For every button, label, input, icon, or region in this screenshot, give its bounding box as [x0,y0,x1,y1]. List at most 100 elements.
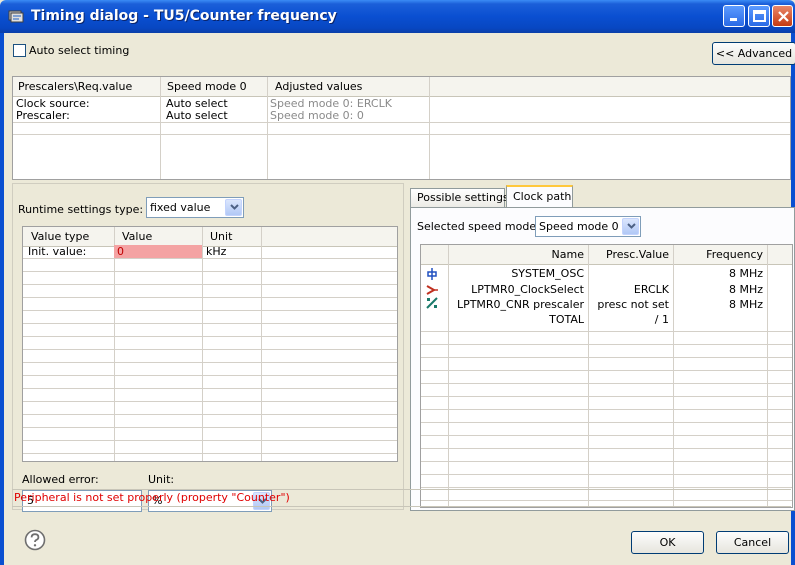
col-divider [202,227,203,461]
col-divider [448,245,449,507]
table-cell: ERCLK [633,283,669,296]
value-col-header[interactable]: Value [114,227,202,247]
name-col-header[interactable]: Name [448,245,588,265]
init-value-cell[interactable]: 0 [117,246,124,258]
cancel-button[interactable]: Cancel [716,531,789,554]
table-cell: 8 MHz [728,298,763,311]
init-value-error-cell[interactable] [114,245,202,258]
prescaler-col-header[interactable]: Prescalers\Req.value [13,77,160,97]
row-divider [421,396,792,397]
frequency-col-header[interactable]: Frequency [673,245,767,265]
close-icon [778,11,789,22]
clock-select-icon [426,285,438,295]
col-divider [588,245,589,507]
oscillator-icon [427,268,437,280]
value-type-col-header[interactable]: Value type [23,227,114,247]
table-cell: Prescaler: [16,109,70,122]
col-divider [261,227,262,461]
table-cell: LPTMR0_ClockSelect [471,283,584,296]
filler-col-header [767,245,792,265]
app-icon [8,10,24,23]
dialog-client-area: Auto select timing << Advanced Prescaler… [4,33,795,565]
row-divider [421,331,792,332]
row-divider [23,375,397,376]
allowed-error-label: Allowed error: [22,473,99,486]
row-divider [421,435,792,436]
row-divider [421,409,792,410]
col-divider [429,77,430,179]
help-icon[interactable] [24,529,46,551]
maximize-button[interactable] [748,5,770,27]
presc-col-header[interactable]: Presc.Value [588,245,673,265]
minimize-icon [730,18,737,21]
speed-mode-combo[interactable]: Speed mode 0 [535,216,641,237]
prescaler-table: Prescalers\Req.value Speed mode 0 Adjust… [12,76,791,180]
table-cell: LPTMR0_CNR prescaler [456,298,584,311]
row-divider [23,453,397,454]
window-titlebar[interactable]: Timing dialog - TU5/Counter frequency [0,0,795,33]
prescaler-icon [426,297,438,309]
row-divider [23,323,397,324]
row-divider [23,388,397,389]
row-divider [23,440,397,441]
speed-mode-value: Speed mode 0 [539,220,619,233]
row-divider [23,401,397,402]
col-divider [160,77,161,179]
row-divider [13,134,790,135]
advanced-button[interactable]: << Advanced [712,42,795,65]
row-divider [23,349,397,350]
adjusted-col-header[interactable]: Adjusted values [267,77,429,97]
dropdown-button[interactable] [225,199,242,216]
minimize-button[interactable] [723,5,745,27]
auto-select-checkbox[interactable] [13,44,26,57]
row-divider [23,336,397,337]
col-divider [114,227,115,461]
runtime-settings-combo[interactable]: fixed value [146,197,244,218]
col-divider [673,245,674,507]
row-divider [23,258,397,259]
table-cell: SYSTEM_OSC [511,267,584,280]
icon-col-header [421,245,448,265]
auto-select-label[interactable]: Auto select timing [29,44,129,57]
table-cell[interactable]: Auto select [166,110,228,122]
tab-possible-settings[interactable]: Possible settings [410,188,509,207]
row-divider [421,422,792,423]
table-cell: 8 MHz [728,267,763,280]
table-cell: kHz [206,245,227,258]
runtime-settings-value: fixed value [150,201,211,214]
row-divider [421,448,792,449]
dropdown-button[interactable] [622,218,639,235]
filler-col-header [429,77,790,97]
unit-col-header[interactable]: Unit [202,227,261,247]
chevron-down-icon [230,204,239,210]
speed-mode-col-header[interactable]: Speed mode 0 [160,77,267,97]
row-divider [421,487,792,488]
row-divider [23,271,397,272]
row-divider [23,414,397,415]
row-divider [421,344,792,345]
col-divider [767,245,768,507]
speed-mode-label: Selected speed mode [417,220,537,233]
unit-label: Unit: [148,473,175,486]
col-divider [267,77,268,179]
maximize-icon [753,10,766,22]
row-divider [23,297,397,298]
row-divider [23,310,397,311]
window-title: Timing dialog - TU5/Counter frequency [31,8,337,24]
value-table: Value type Value Unit Init. value: 0 kHz [22,226,398,462]
table-cell: Init. value: [28,245,87,258]
table-cell: TOTAL [549,313,584,326]
table-cell: 8 MHz [728,283,763,296]
close-button[interactable] [772,5,793,27]
clock-path-panel: Selected speed mode Speed mode 0 Name Pr… [410,207,795,511]
tab-clock-path[interactable]: Clock path [506,185,573,207]
row-divider [23,284,397,285]
runtime-settings-label: Runtime settings type: [18,203,144,216]
ok-button[interactable]: OK [631,531,704,554]
row-divider [421,370,792,371]
row-divider [23,427,397,428]
status-message: Peripheral is not set properly (property… [12,489,791,507]
row-divider [421,474,792,475]
table-cell: / 1 [654,313,669,326]
row-divider [421,461,792,462]
